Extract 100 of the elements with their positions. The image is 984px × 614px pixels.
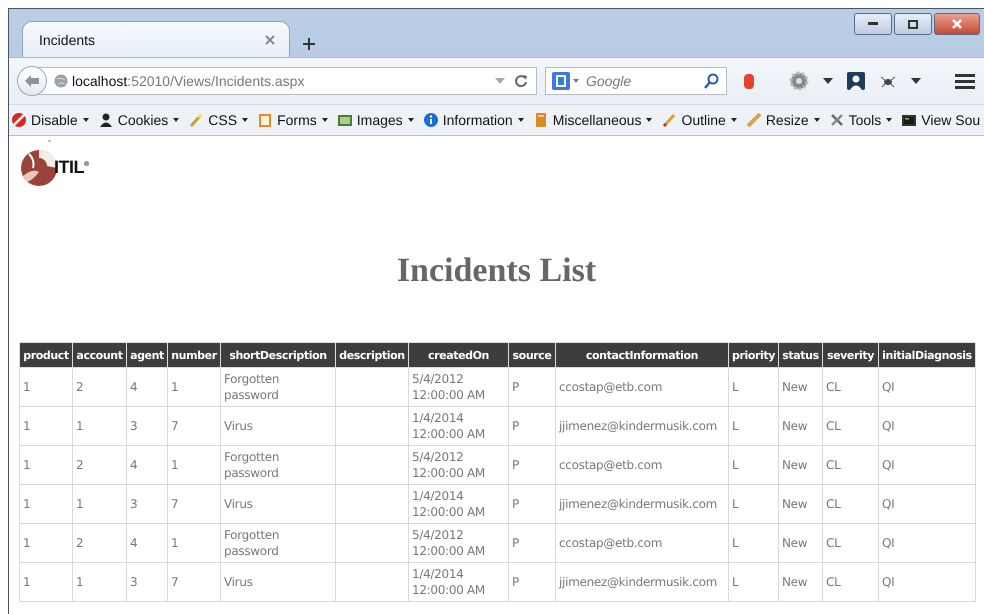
table-cell: New	[778, 406, 822, 446]
table-cell: 1	[72, 562, 126, 602]
table-cell: jjimenez@kindermusik.com	[556, 406, 728, 446]
toolbar-menu-button[interactable]: Cookies	[98, 112, 180, 128]
table-cell: 7	[168, 484, 220, 524]
table-cell: L	[728, 406, 778, 446]
table-cell: 1	[168, 368, 220, 406]
table-cell: 1/4/2014 12:00:00 AM	[408, 562, 508, 602]
table-cell: CL	[822, 368, 878, 406]
table-cell: CL	[822, 562, 878, 602]
table-cell: 5/4/2012 12:00:00 AM	[408, 524, 508, 562]
table-cell: ccostap@etb.com	[556, 524, 728, 562]
table-cell: Virus	[220, 406, 336, 446]
toolbar-icon	[257, 112, 274, 128]
menu-icon[interactable]	[955, 73, 975, 89]
table-cell: 1	[168, 446, 220, 484]
caret-icon	[82, 118, 89, 122]
table-cell: P	[508, 562, 556, 602]
table-cell: 3	[126, 406, 168, 446]
table-cell: 4	[126, 446, 168, 484]
table-cell: New	[778, 368, 822, 406]
table-cell: Forgotten password	[220, 368, 336, 406]
table-cell: 3	[126, 484, 168, 524]
table-cell: New	[778, 562, 822, 602]
table-cell: 1	[20, 446, 72, 484]
maximize-button[interactable]	[894, 13, 932, 35]
table-cell: QI	[878, 406, 976, 446]
table-cell: L	[728, 562, 778, 602]
table-cell: CL	[822, 524, 878, 562]
column-header[interactable]: agent	[126, 342, 168, 368]
toolbar-menu-button[interactable]: Tools	[828, 112, 892, 128]
column-header[interactable]: description	[336, 342, 408, 368]
maximize-icon	[908, 20, 918, 28]
toolbar-menu-button[interactable]: Forms	[257, 112, 328, 128]
toolbar-icon	[746, 112, 762, 128]
table-cell: 1	[20, 484, 72, 524]
caret-icon	[322, 118, 328, 122]
column-header[interactable]: product	[20, 342, 72, 368]
globe-icon	[54, 74, 68, 88]
table-cell: QI	[878, 562, 976, 602]
toolbar-icon	[828, 112, 845, 128]
toolbar-menu-button[interactable]: CSS	[188, 112, 248, 128]
back-button[interactable]	[17, 66, 47, 96]
minimize-button[interactable]	[854, 13, 892, 35]
search-engine-icon[interactable]	[552, 72, 580, 90]
column-header[interactable]: severity	[822, 342, 878, 368]
column-header[interactable]: priority	[728, 342, 778, 368]
table-cell: 7	[168, 406, 220, 446]
table-cell: Virus	[220, 562, 336, 602]
table-cell: 2	[72, 524, 126, 562]
search-bar[interactable]: Google	[545, 67, 727, 95]
reload-icon[interactable]	[514, 74, 528, 88]
toolbar-menu-button[interactable]: View Sou	[901, 112, 980, 128]
column-header[interactable]: account	[72, 342, 126, 368]
table-cell: 5/4/2012 12:00:00 AM	[408, 446, 508, 484]
caret-icon	[886, 118, 892, 122]
caret-icon	[730, 118, 737, 122]
toolbar-menu-button[interactable]: Miscellaneous	[532, 112, 652, 128]
table-cell: 3	[126, 562, 168, 602]
toolbar-menu-button[interactable]: Disable	[11, 112, 89, 128]
new-tab-icon[interactable]	[302, 37, 316, 51]
close-button[interactable]	[934, 13, 980, 35]
table-cell: L	[728, 484, 778, 524]
close-tab-icon[interactable]	[265, 34, 275, 44]
column-header[interactable]: number	[168, 342, 220, 368]
search-icon[interactable]	[704, 73, 720, 89]
column-header[interactable]: initialDiagnosis	[878, 342, 976, 368]
address-bar[interactable]: localhost:52010/Views/Incidents.aspx	[37, 67, 537, 95]
table-cell: jjimenez@kindermusik.com	[556, 562, 728, 602]
table-cell: 4	[126, 368, 168, 406]
column-header[interactable]: contactInformation	[556, 342, 728, 368]
column-header[interactable]: status	[778, 342, 822, 368]
column-header[interactable]: source	[508, 342, 556, 368]
close-icon	[951, 19, 963, 29]
toolbar-menu-button[interactable]: Outline	[661, 112, 737, 128]
table-cell: 1/4/2014 12:00:00 AM	[408, 484, 508, 524]
table-cell: P	[508, 368, 556, 406]
browser-tab[interactable]: Incidents	[22, 21, 290, 57]
table-cell: 4	[126, 524, 168, 562]
toolbar-icon	[901, 112, 918, 128]
dropdown-icon[interactable]	[823, 78, 833, 84]
table-cell: QI	[878, 446, 976, 484]
table-cell: ccostap@etb.com	[556, 368, 728, 406]
person-icon[interactable]	[847, 72, 865, 90]
toolbar-menu-button[interactable]: Information	[422, 112, 524, 128]
dropdown-icon[interactable]	[911, 78, 921, 84]
table-cell: 1	[72, 406, 126, 446]
toolbar-menu-button[interactable]: Resize	[746, 112, 820, 128]
table-cell: 2	[72, 446, 126, 484]
gear-icon[interactable]	[789, 71, 809, 91]
table-cell: P	[508, 484, 556, 524]
toolbar-icon	[98, 112, 114, 128]
column-header[interactable]: shortDescription	[220, 342, 336, 368]
toolbar-icon	[661, 112, 678, 128]
search-field[interactable]: Google	[584, 72, 700, 90]
column-header[interactable]: createdOn	[408, 342, 508, 368]
table-cell: New	[778, 446, 822, 484]
toolbar-menu-button[interactable]: Images	[336, 112, 414, 128]
table-cell: CL	[822, 406, 878, 446]
caret-icon	[408, 118, 414, 122]
